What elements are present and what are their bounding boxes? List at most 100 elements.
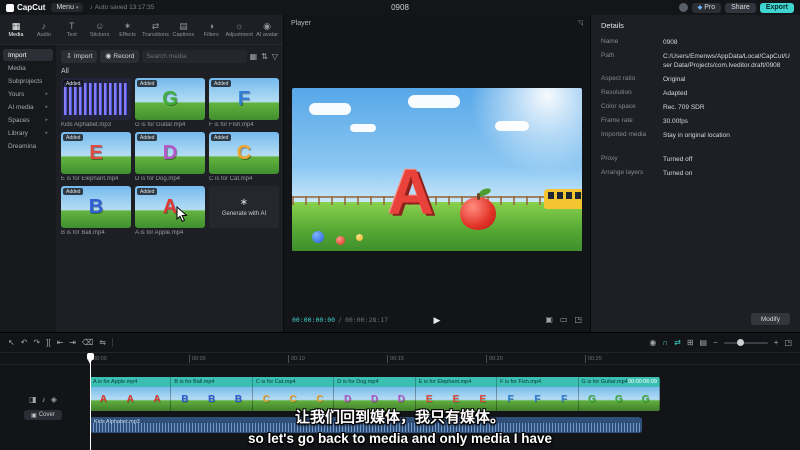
sidebar-item-subprojects[interactable]: Subprojects — [3, 75, 53, 87]
delete-icon[interactable]: ⌫ — [82, 338, 93, 348]
detail-value: Original — [663, 75, 686, 83]
timeline-clip-label[interactable]: D is for Dog.mp4 — [334, 377, 416, 387]
lock-track-icon[interactable]: ◈ — [51, 395, 57, 405]
detail-value: C:/Users/Emenws/AppData/Local/CapCut/Use… — [663, 52, 790, 69]
right-trim-icon[interactable]: ⇥ — [69, 338, 76, 348]
sidebar-item-yours[interactable]: Yours ▸ — [3, 88, 53, 100]
timeline-clip[interactable]: CCC — [253, 387, 335, 411]
timeline-ruler[interactable]: 00:00 00:05 00:10 00:15 00:20 00:25 — [0, 353, 800, 365]
split-icon[interactable]: ][ — [46, 338, 50, 348]
timeline-clip[interactable]: GGG — [579, 387, 660, 411]
details-title: Details — [601, 21, 624, 30]
sidebar-item-media[interactable]: Media — [3, 62, 53, 74]
menu-button[interactable]: Menu ▾ — [51, 3, 84, 12]
timeline-clip-label[interactable]: A is for Apple.mp4 — [90, 377, 172, 387]
share-button[interactable]: Share — [725, 2, 756, 13]
detail-label: Aspect ratio — [601, 74, 636, 82]
tab-text[interactable]: T Text — [58, 21, 86, 38]
mirror-icon[interactable]: ⇋ — [99, 338, 106, 348]
pro-button[interactable]: ◆ Pro — [691, 2, 722, 13]
media-item[interactable]: C Added C is for Cat.mp4 — [209, 132, 279, 182]
playhead-handle[interactable] — [87, 353, 94, 364]
select-icon[interactable]: ↖ — [8, 338, 15, 348]
timecode: 00:00:00:00 / 00:00:28:17 — [292, 316, 388, 324]
tab-effects[interactable]: ✶ Effects — [114, 21, 142, 38]
sidebar-item-library[interactable]: Library ▸ — [3, 127, 53, 139]
link-icon[interactable]: ⊞ — [687, 338, 694, 348]
tab-transitions[interactable]: ⇄ Transitions — [142, 21, 170, 38]
detail-row: Path C:/Users/Emenws/AppData/Local/CapCut… — [601, 49, 790, 72]
timeline-zoom-slider[interactable] — [723, 339, 768, 346]
sidebar-item-spaces[interactable]: Spaces ▸ — [3, 114, 53, 126]
video-thumbnail: C Added — [209, 132, 279, 174]
sidebar-item-import[interactable]: Import — [3, 49, 53, 61]
mute-track-icon[interactable]: ♪ — [42, 395, 46, 405]
library-sidebar: Import Media Subprojects Yours ▸ AI media ▸ Spa… — [0, 45, 56, 332]
sort-icon[interactable]: ⇅ — [261, 52, 268, 62]
tab-ai-avatar[interactable]: ◉ AI avatar — [253, 21, 281, 38]
player-controls: 00:00:00:00 / 00:00:28:17 ▶ ▣ ▭ ◳ — [284, 308, 590, 332]
captions-icon: ▤ — [179, 20, 188, 31]
media-item[interactable]: A Added A is for Apple.mp4 — [135, 186, 205, 236]
media-item[interactable]: D Added D is for Dog.mp4 — [135, 132, 205, 182]
media-library-panel: ▦ Media ♪ Audio T Text ☺ Stickers ✶ Effects ⇄ Trans… — [0, 15, 284, 332]
cover-button[interactable]: ▣ Cover — [24, 410, 62, 420]
sidebar-item-dreamina[interactable]: Dreamina — [3, 140, 53, 152]
playhead-line[interactable] — [90, 353, 91, 450]
tab-media[interactable]: ▦ Media — [2, 21, 30, 38]
tab-stickers[interactable]: ☺ Stickers — [86, 21, 114, 38]
search-input[interactable] — [142, 50, 247, 63]
toggle-track-icon[interactable]: ◨ — [29, 395, 37, 405]
detail-value: Turned on — [663, 170, 693, 178]
expand-player-icon[interactable]: ◹ — [578, 19, 583, 27]
timeline-clip[interactable]: BBB — [171, 387, 253, 411]
zoom-out-icon[interactable]: − — [713, 338, 718, 348]
export-button[interactable]: Export — [759, 2, 794, 13]
timeline-clip-label[interactable]: B is for Ball.mp4 — [171, 377, 253, 387]
media-grid: Added Kids Alphabet.mp3 G Added G is for Gui… — [61, 78, 279, 236]
redo-icon[interactable]: ↷ — [33, 338, 40, 348]
fullscreen-icon[interactable]: ◳ — [574, 315, 582, 325]
timeline-clip-label[interactable]: E is for Elephant.mp4 — [416, 377, 498, 387]
generate-with-ai-tile[interactable]: ∗ Generate with AI — [209, 186, 279, 236]
tab-adjustment[interactable]: ☼ Adjustment — [225, 21, 253, 38]
media-item[interactable]: F Added F is for Fish.mp4 — [209, 78, 279, 128]
magnet-icon[interactable]: ∩ — [662, 338, 668, 348]
play-button[interactable]: ▶ — [434, 315, 441, 326]
zoom-slider-knob[interactable] — [736, 339, 744, 346]
timeline-clip[interactable]: AAA — [90, 387, 172, 411]
tab-captions[interactable]: ▤ Captions — [169, 20, 197, 38]
media-item[interactable]: E Added E is for Elephant.mp4 — [61, 132, 131, 182]
timeline-clip-label[interactable]: F is for Fish.mp4 — [497, 377, 579, 387]
total-duration: 00:00:28:17 — [344, 316, 389, 324]
sidebar-item-ai-media[interactable]: AI media ▸ — [3, 101, 53, 113]
audio-track-clip[interactable]: Kids Alphabet.mp3 — [90, 417, 642, 433]
modify-button[interactable]: Modify — [750, 313, 790, 325]
media-item[interactable]: G Added G is for Guitar.mp4 — [135, 78, 205, 128]
avatar[interactable] — [678, 3, 688, 12]
record-button[interactable]: ◉ Record — [100, 50, 140, 63]
undo-icon[interactable]: ↶ — [21, 338, 28, 348]
timeline-clip[interactable]: EEE — [416, 387, 498, 411]
import-button[interactable]: ⇩ Import — [61, 50, 98, 63]
fit-timeline-icon[interactable]: ◳ — [784, 338, 792, 348]
tab-audio[interactable]: ♪ Audio — [30, 21, 58, 38]
left-trim-icon[interactable]: ⇤ — [57, 338, 64, 348]
snapshot-icon[interactable]: ▣ — [545, 315, 553, 325]
filter-icon[interactable]: ▽ — [272, 52, 278, 62]
timeline-clip[interactable]: FFF — [497, 387, 579, 411]
zoom-in-icon[interactable]: + — [774, 338, 779, 348]
record-voiceover-icon[interactable]: ◉ — [649, 338, 656, 348]
autosave-status: ♪ Auto saved 13:17:35 — [89, 4, 155, 11]
tab-filters[interactable]: ◑ Filters — [197, 21, 225, 38]
media-item[interactable]: B Added B is for Ball.mp4 — [61, 186, 131, 236]
timeline-clip[interactable]: DDD — [334, 387, 416, 411]
auto-ripple-icon[interactable]: ⇄ — [674, 338, 681, 348]
current-time: 00:00:00:00 — [292, 316, 336, 324]
ratio-icon[interactable]: ▭ — [560, 315, 568, 325]
grid-view-icon[interactable]: ▦ — [250, 52, 258, 62]
sparkle-icon: ∗ — [239, 196, 249, 208]
preview-axis-icon[interactable]: ▤ — [700, 338, 708, 348]
media-item[interactable]: Added Kids Alphabet.mp3 — [61, 78, 131, 128]
timeline-clip-label[interactable]: C is for Cat.mp4 — [253, 377, 335, 387]
